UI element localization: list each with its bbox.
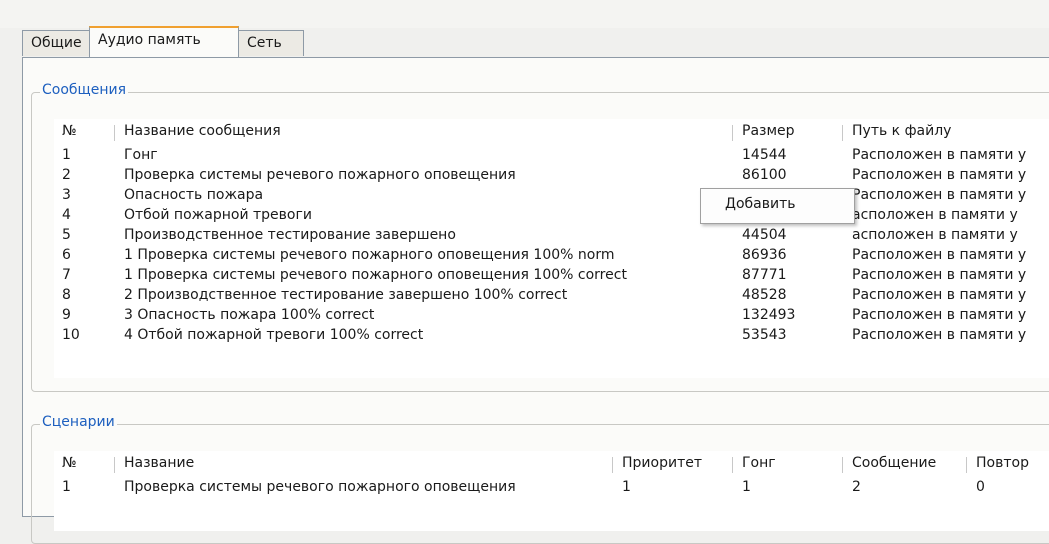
cell-number: 10: [62, 327, 80, 343]
cell-size: 86936: [742, 247, 787, 263]
table-row[interactable]: 1 Проверка системы речевого пожарного опо…: [54, 479, 1049, 495]
cell-number: 7: [62, 267, 71, 283]
cell-number: 6: [62, 247, 71, 263]
cell-message-name: Опасность пожара: [124, 187, 264, 203]
cell-message-name: 3 Опасность пожара 100% correct: [124, 307, 375, 323]
cell-file-path: асположен в памяти у: [852, 227, 1018, 243]
tab-network[interactable]: Сеть: [238, 30, 304, 56]
cell-size: 48528: [742, 287, 787, 303]
col-header-file-path[interactable]: Путь к файлу: [844, 123, 951, 143]
messages-table-header: № Название сообщения Размер Путь к файлу: [54, 119, 1049, 145]
cell-message-name: 1 Проверка системы речевого пожарного оп…: [124, 267, 627, 283]
col-header-size[interactable]: Размер: [734, 123, 795, 143]
cell-message-name: Гонг: [124, 147, 158, 163]
cell-size: 53543: [742, 327, 787, 343]
table-row[interactable]: 10 4 Отбой пожарной тревоги 100% correct 5…: [54, 327, 1049, 343]
table-row[interactable]: 7 1 Проверка системы речевого пожарного о…: [54, 267, 1049, 283]
cell-size: 14544: [742, 147, 787, 163]
cell-number: 9: [62, 307, 71, 323]
cell-number: 3: [62, 187, 71, 203]
cell-message: 2: [852, 479, 861, 495]
col-header-message-name[interactable]: Название сообщения: [116, 123, 281, 143]
scenarios-table[interactable]: № Название Приоритет Гонг Сообщение Повт…: [54, 451, 1049, 531]
context-menu: Добавить: [700, 188, 855, 224]
table-row[interactable]: 5 Производственное тестирование завершено…: [54, 227, 1049, 243]
cell-file-path: Расположен в памяти у: [852, 267, 1027, 283]
cell-number: 1: [62, 147, 71, 163]
cell-number: 5: [62, 227, 71, 243]
cell-file-path: Расположен в памяти у: [852, 247, 1027, 263]
tab-page-audio-memory: Сообщения № Название сообщения Размер Пу…: [22, 57, 1049, 544]
cell-file-path: Расположен в памяти у: [852, 327, 1027, 343]
cell-file-path: Расположен в памяти у: [852, 167, 1027, 183]
cell-message-name: Проверка системы речевого пожарного опов…: [124, 167, 516, 183]
cell-message-name: 1 Проверка системы речевого пожарного оп…: [124, 247, 615, 263]
col-header-repeat[interactable]: Повтор: [968, 455, 1029, 475]
cell-file-path: Расположен в памяти у: [852, 147, 1027, 163]
cell-message-name: Производственное тестирование завершено: [124, 227, 456, 243]
cell-gong: 1: [742, 479, 751, 495]
cell-file-path: асположен в памяти у: [852, 207, 1018, 223]
col-header-number[interactable]: №: [54, 455, 77, 475]
cell-number: 8: [62, 287, 71, 303]
cell-size: 132493: [742, 307, 796, 323]
cell-repeat: 0: [976, 479, 985, 495]
table-row[interactable]: 3Опасность пожара130821Расположен в памя…: [54, 187, 1049, 203]
context-menu-item-add[interactable]: Добавить: [725, 196, 795, 212]
cell-size: 86100: [742, 167, 787, 183]
tab-audio-memory[interactable]: Аудио память: [89, 26, 239, 57]
messages-legend: Сообщения: [40, 82, 129, 98]
messages-group: Сообщения № Название сообщения Размер Пу…: [31, 82, 1049, 392]
col-header-message[interactable]: Сообщение: [844, 455, 936, 475]
scenarios-table-header: № Название Приоритет Гонг Сообщение Повт…: [54, 451, 1049, 477]
table-row[interactable]: 9 3 Опасность пожара 100% correct 132493 Ра…: [54, 307, 1049, 323]
cell-file-path: Расположен в памяти у: [852, 307, 1027, 323]
cell-size: 87771: [742, 267, 787, 283]
window-top-area: [0, 0, 1049, 28]
cell-file-path: Расположен в памяти у: [852, 287, 1027, 303]
cell-number: 4: [62, 207, 71, 223]
cell-priority: 1: [622, 479, 631, 495]
messages-table[interactable]: № Название сообщения Размер Путь к файлу…: [54, 119, 1049, 378]
col-header-gong[interactable]: Гонг: [734, 455, 776, 475]
cell-file-path: Расположен в памяти у: [852, 187, 1027, 203]
cell-message-name: 2 Производственное тестирование завершен…: [124, 287, 568, 303]
cell-name: Проверка системы речевого пожарного опов…: [124, 479, 516, 495]
table-row[interactable]: 1 Гонг 14544 Расположен в памяти у: [54, 147, 1049, 163]
cell-number: 2: [62, 167, 71, 183]
col-header-name[interactable]: Название: [116, 455, 194, 475]
scenarios-legend: Сценарии: [40, 414, 117, 430]
table-row[interactable]: 4 Отбой пожарной тревоги асположен в памят…: [54, 207, 1049, 223]
tab-general[interactable]: Общие: [22, 30, 90, 56]
col-header-number[interactable]: №: [54, 123, 77, 143]
cell-size: 44504: [742, 227, 787, 243]
table-row[interactable]: 2 Проверка системы речевого пожарного опо…: [54, 167, 1049, 183]
table-row[interactable]: 6 1 Проверка системы речевого пожарного о…: [54, 247, 1049, 263]
table-row[interactable]: 8 2 Производственное тестирование заверше…: [54, 287, 1049, 303]
cell-number: 1: [62, 479, 71, 495]
cell-message-name: Отбой пожарной тревоги: [124, 207, 312, 223]
scenarios-group: Сценарии № Название Приоритет Гонг Сообщ…: [31, 414, 1049, 544]
col-header-priority[interactable]: Приоритет: [614, 455, 702, 475]
cell-message-name: 4 Отбой пожарной тревоги 100% correct: [124, 327, 424, 343]
